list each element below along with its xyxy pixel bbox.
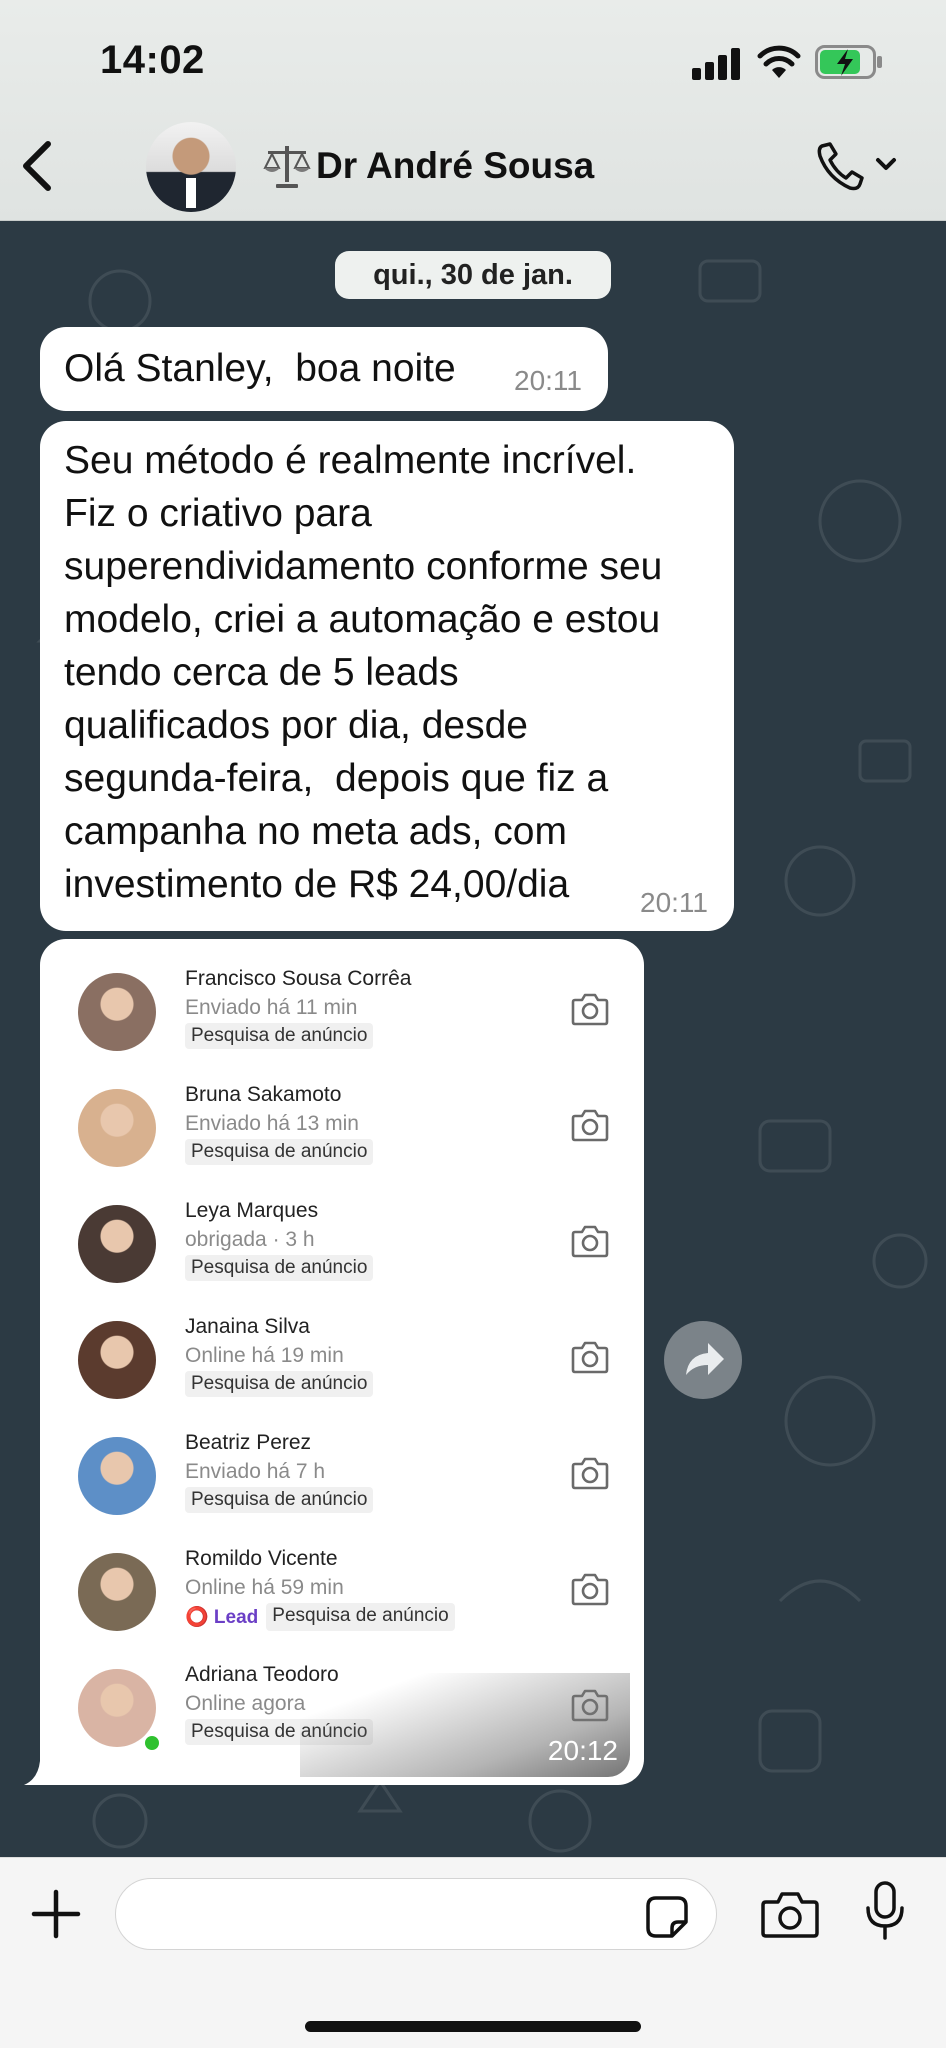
message-time: 20:11 <box>514 365 582 396</box>
message-text-line: investimento de R$ 24,00/dia <box>64 863 570 906</box>
image-message-bubble[interactable]: Francisco Sousa Corrêa Enviado há 11 min P… <box>40 939 644 1785</box>
lead-avatar <box>78 1553 156 1631</box>
lead-name: Leya Marques <box>185 1199 319 1222</box>
lead-avatar <box>78 1205 156 1283</box>
lead-avatar <box>78 1089 156 1167</box>
lead-name: Beatriz Perez <box>185 1431 312 1454</box>
microphone-icon[interactable] <box>864 1880 906 1942</box>
message-text-line: Seu método é realmente incrível. <box>64 439 637 482</box>
forward-button[interactable] <box>664 1321 742 1399</box>
message-text-line: campanha no meta ads, com <box>64 810 567 853</box>
source-tag: Pesquisa de anúncio <box>185 1023 374 1049</box>
lead-avatar <box>78 1437 156 1515</box>
wifi-icon <box>757 45 801 78</box>
camera-icon <box>570 1107 610 1143</box>
source-tag: Pesquisa de anúncio <box>185 1139 374 1165</box>
lead-tags: Pesquisa de anúncio <box>185 1371 374 1397</box>
battery-charging-icon <box>815 45 882 79</box>
compose-bar <box>0 1857 946 2048</box>
lead-tags: Pesquisa de anúncio <box>185 1487 374 1513</box>
lead-name: Janaina Silva <box>185 1315 310 1338</box>
message-text-line: modelo, criei a automação e estou <box>64 598 661 641</box>
lead-status: obrigada · 3 h <box>185 1228 315 1251</box>
message-text-line: tendo cerca de 5 leads <box>64 651 459 694</box>
lead-row: Francisco Sousa Corrêa Enviado há 11 min P… <box>50 947 634 1063</box>
source-tag: Pesquisa de anúncio <box>185 1255 374 1281</box>
back-chevron-icon[interactable] <box>14 136 58 196</box>
lead-tags: Pesquisa de anúncio <box>185 1139 374 1165</box>
camera-icon <box>570 1339 610 1375</box>
message-bubble[interactable]: Seu método é realmente incrível. Fiz o c… <box>40 421 734 931</box>
camera-icon[interactable] <box>760 1888 820 1940</box>
message-text-line: Fiz o criativo para <box>64 492 372 535</box>
lead-status: Enviado há 11 min <box>185 996 358 1019</box>
sticker-icon[interactable] <box>644 1894 690 1940</box>
message-text-line: qualificados por dia, desde <box>64 704 528 747</box>
message-time: 20:11 <box>640 887 708 918</box>
lead-status: Online há 59 min <box>185 1576 344 1599</box>
lead-status: Online há 19 min <box>185 1344 344 1367</box>
lead-badge: ⭕ Lead <box>185 1607 259 1628</box>
lead-name: Bruna Sakamoto <box>185 1083 342 1106</box>
chat-area[interactable]: qui., 30 de jan. Olá Stanley, boa noite … <box>0 221 946 1857</box>
lead-status: Online agora <box>185 1692 306 1715</box>
plus-icon[interactable] <box>30 1888 82 1940</box>
camera-icon <box>570 991 610 1027</box>
lead-avatar <box>78 1321 156 1399</box>
chat-header: 14:02 Dr André Sousa <box>0 0 946 221</box>
message-input[interactable] <box>115 1878 717 1950</box>
contact-name[interactable]: Dr André Sousa <box>316 145 594 187</box>
message-text: Olá Stanley, boa noite <box>64 347 456 390</box>
lead-name: Romildo Vicente <box>185 1547 338 1570</box>
status-time: 14:02 <box>100 38 205 82</box>
date-separator: qui., 30 de jan. <box>335 251 611 299</box>
lead-status: Enviado há 7 h <box>185 1460 326 1483</box>
camera-icon <box>570 1571 610 1607</box>
message-bubble[interactable]: Olá Stanley, boa noite 20:11 <box>40 327 608 411</box>
lead-row: Janaina Silva Online há 19 min Pesquisa de… <box>50 1295 634 1411</box>
lead-avatar <box>78 973 156 1051</box>
lead-row: Beatriz Perez Enviado há 7 h Pesquisa de a… <box>50 1411 634 1527</box>
cellular-signal-icon <box>692 46 742 80</box>
source-tag: Pesquisa de anúncio <box>266 1603 455 1631</box>
lead-status: Enviado há 13 min <box>185 1112 359 1135</box>
lead-row: Romildo Vicente Online há 59 min ⭕ Lead Pes… <box>50 1527 634 1643</box>
forward-arrow-icon <box>686 1343 724 1375</box>
message-text-line: segunda-feira, depois que fiz a <box>64 757 609 800</box>
contact-avatar[interactable] <box>146 122 236 212</box>
online-status-dot <box>142 1733 162 1753</box>
message-text-line: superendividamento conforme seu <box>64 545 663 588</box>
lead-row: Bruna Sakamoto Enviado há 13 min Pesquisa … <box>50 1063 634 1179</box>
lead-tags: Pesquisa de anúncio <box>185 1255 374 1281</box>
source-tag: Pesquisa de anúncio <box>185 1371 374 1397</box>
phone-call-icon[interactable] <box>812 138 904 196</box>
lead-row: Leya Marques obrigada · 3 h Pesquisa de an… <box>50 1179 634 1295</box>
camera-icon <box>570 1223 610 1259</box>
scales-of-justice-icon <box>263 146 311 188</box>
source-tag: Pesquisa de anúncio <box>185 1487 374 1513</box>
lead-tags: Pesquisa de anúncio <box>185 1023 374 1049</box>
home-indicator <box>305 2021 641 2032</box>
camera-icon <box>570 1455 610 1491</box>
lead-name: Francisco Sousa Corrêa <box>185 967 412 990</box>
message-time: 20:12 <box>547 1735 618 1766</box>
lead-tags: ⭕ Lead Pesquisa de anúncio <box>185 1603 455 1631</box>
